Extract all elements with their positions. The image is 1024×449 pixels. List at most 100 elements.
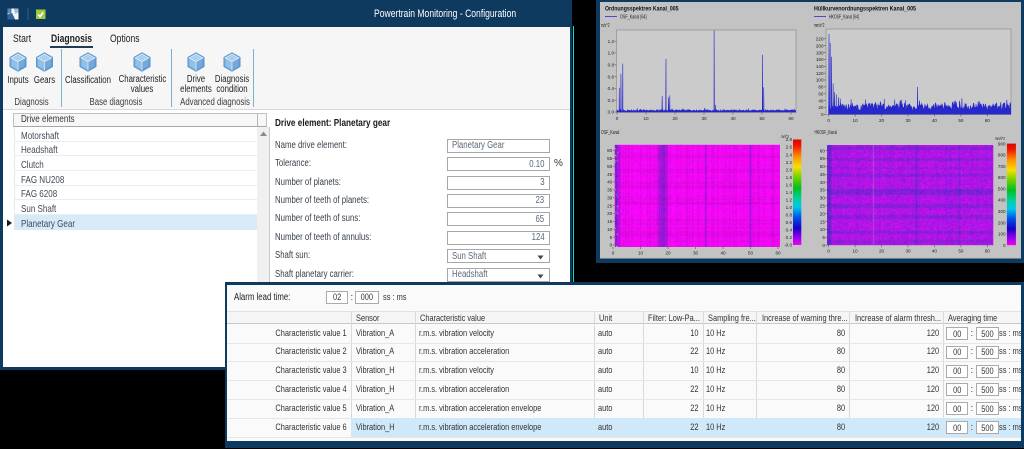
svg-text:50: 50	[820, 164, 826, 169]
svg-text:0.6: 0.6	[786, 220, 793, 225]
svg-text:2.4: 2.4	[786, 152, 793, 157]
svg-text:20: 20	[818, 105, 824, 110]
svg-text:500: 500	[998, 187, 1006, 192]
svg-text:1.6: 1.6	[786, 182, 793, 187]
svg-text:25: 25	[607, 203, 613, 208]
svg-text:120: 120	[816, 71, 824, 76]
svg-text:10: 10	[643, 116, 649, 121]
svg-text:30: 30	[820, 196, 826, 201]
svg-text:1.0: 1.0	[786, 205, 793, 210]
svg-text:0: 0	[616, 116, 619, 121]
svg-text:1.0: 1.0	[608, 51, 615, 56]
svg-text:50: 50	[607, 164, 613, 169]
svg-text:600: 600	[998, 175, 1006, 180]
svg-text:5: 5	[610, 235, 613, 240]
svg-text:0: 0	[821, 112, 824, 117]
svg-text:40: 40	[607, 180, 613, 185]
svg-text:20: 20	[879, 249, 885, 254]
svg-text:50: 50	[958, 249, 964, 254]
svg-text:20: 20	[672, 116, 678, 121]
svg-text:50: 50	[748, 251, 754, 256]
svg-text:35: 35	[820, 188, 826, 193]
svg-text:1.2: 1.2	[786, 198, 793, 203]
svg-text:HKOSF_Kanal: HKOSF_Kanal	[815, 130, 838, 136]
svg-text:60: 60	[818, 92, 824, 97]
svg-text:0.4: 0.4	[786, 228, 793, 233]
svg-text:1.2: 1.2	[608, 39, 615, 44]
svg-text:0.2: 0.2	[786, 235, 793, 240]
svg-text:40: 40	[932, 118, 938, 123]
svg-text:40: 40	[818, 98, 824, 103]
svg-text:mm/s^2: mm/s^2	[995, 136, 1005, 141]
svg-text:HKOSF_Kanal [64]: HKOSF_Kanal [64]	[829, 15, 859, 21]
svg-text:10: 10	[820, 227, 826, 232]
svg-text:60: 60	[985, 118, 991, 123]
svg-text:2.6: 2.6	[786, 145, 793, 150]
svg-text:20: 20	[820, 211, 826, 216]
svg-text:0.6: 0.6	[608, 74, 615, 79]
svg-text:-0.0: -0.0	[784, 243, 792, 248]
svg-text:35: 35	[607, 188, 613, 193]
svg-text:30: 30	[905, 249, 911, 254]
svg-text:200: 200	[816, 43, 824, 48]
svg-text:2.0: 2.0	[786, 167, 793, 172]
svg-text:10: 10	[853, 118, 859, 123]
svg-text:0.4: 0.4	[608, 86, 615, 91]
svg-text:OSF_Kanal [64]: OSF_Kanal [64]	[620, 15, 647, 21]
svg-text:400: 400	[998, 198, 1006, 203]
svg-text:2.2: 2.2	[786, 160, 793, 165]
svg-text:60: 60	[788, 116, 794, 121]
svg-text:0: 0	[822, 243, 825, 248]
svg-text:55: 55	[820, 156, 826, 161]
svg-text:700: 700	[998, 164, 1006, 169]
svg-text:20: 20	[879, 118, 885, 123]
svg-text:300: 300	[998, 209, 1006, 214]
svg-text:220: 220	[816, 37, 824, 42]
svg-text:60: 60	[820, 148, 826, 153]
svg-text:1.8: 1.8	[786, 175, 793, 180]
svg-text:60: 60	[775, 251, 781, 256]
svg-text:40: 40	[932, 249, 938, 254]
svg-text:100: 100	[998, 232, 1006, 237]
svg-text:0: 0	[827, 118, 830, 123]
svg-text:20: 20	[665, 251, 671, 256]
svg-text:0: 0	[1003, 243, 1006, 248]
svg-text:140: 140	[816, 64, 824, 69]
svg-text:15: 15	[820, 219, 826, 224]
svg-text:5: 5	[822, 235, 825, 240]
svg-text:55: 55	[607, 156, 613, 161]
svg-text:180: 180	[816, 50, 824, 55]
svg-text:0.0: 0.0	[608, 110, 615, 115]
svg-text:10: 10	[638, 251, 644, 256]
svg-text:m/s^2: m/s^2	[601, 23, 610, 29]
svg-text:0: 0	[827, 249, 830, 254]
svg-text:200: 200	[998, 220, 1006, 225]
svg-text:mm/s^2: mm/s^2	[814, 23, 825, 29]
svg-text:50: 50	[759, 116, 765, 121]
svg-text:30: 30	[607, 195, 613, 200]
svg-text:45: 45	[607, 172, 613, 177]
svg-text:80: 80	[818, 85, 824, 90]
svg-text:0: 0	[612, 251, 615, 256]
svg-text:10: 10	[853, 249, 859, 254]
svg-text:20: 20	[607, 211, 613, 216]
svg-text:30: 30	[701, 116, 707, 121]
svg-text:25: 25	[820, 204, 826, 209]
svg-text:160: 160	[816, 57, 824, 62]
svg-text:Ordnungsspektren Kanal_005: Ordnungsspektren Kanal_005	[605, 6, 679, 13]
svg-text:40: 40	[820, 180, 826, 185]
svg-text:30: 30	[905, 118, 911, 123]
svg-text:100: 100	[816, 78, 824, 83]
svg-text:900: 900	[998, 141, 1006, 146]
svg-text:0.8: 0.8	[786, 213, 793, 218]
svg-text:60: 60	[985, 249, 991, 254]
svg-text:60: 60	[607, 148, 613, 153]
svg-text:800: 800	[998, 153, 1006, 158]
svg-text:2.8: 2.8	[786, 137, 793, 142]
svg-text:1.4: 1.4	[786, 190, 793, 195]
svg-text:0.2: 0.2	[608, 98, 615, 103]
svg-text:15: 15	[607, 219, 613, 224]
svg-text:30: 30	[693, 251, 699, 256]
svg-text:0.8: 0.8	[608, 63, 615, 68]
svg-text:10: 10	[607, 227, 613, 232]
